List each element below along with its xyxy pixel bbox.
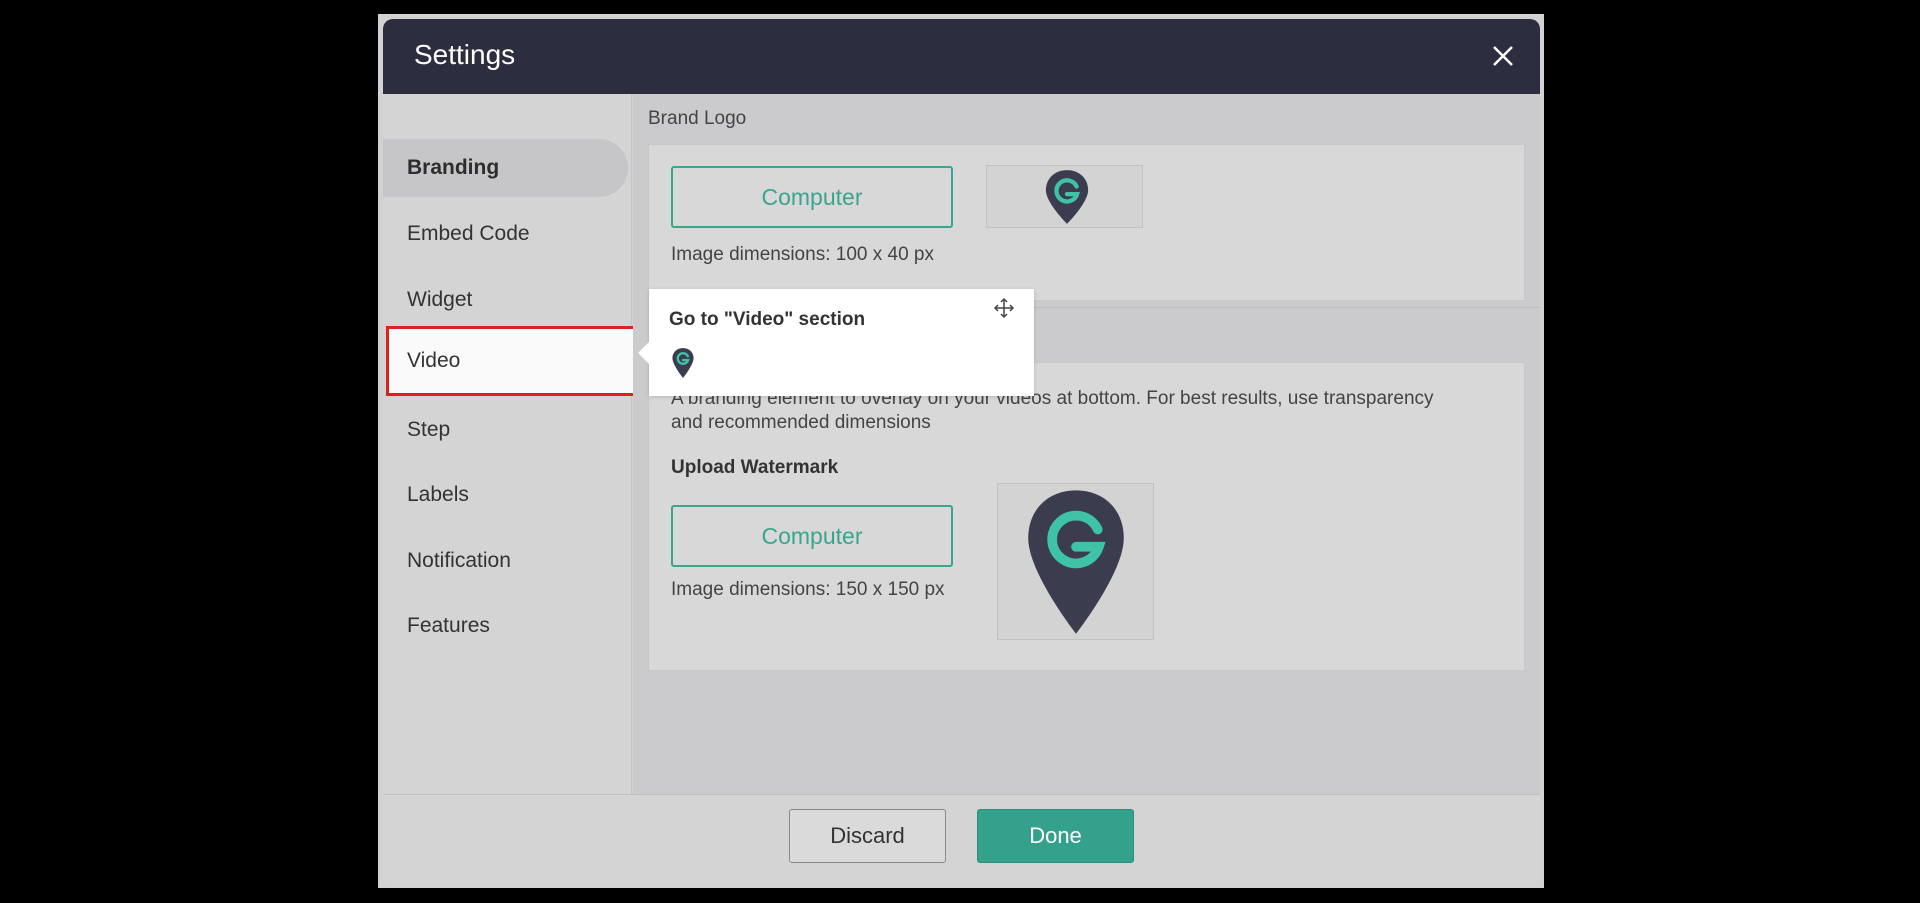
settings-dialog: Settings Branding Embed Code Widget Vide…: [383, 19, 1540, 884]
sidebar-item-embed-code[interactable]: Embed Code: [383, 205, 628, 263]
settings-content: Brand Logo Computer Image dimensions: 10…: [633, 94, 1540, 794]
tooltip-move-handle[interactable]: [993, 297, 1015, 319]
watermark-location-pin-g-icon: [1028, 490, 1124, 634]
settings-sidebar: Branding Embed Code Widget Video Step La…: [383, 94, 636, 794]
watermark-dimensions: Image dimensions: 150 x 150 px: [671, 579, 945, 600]
tooltip-arrow: [638, 342, 649, 364]
sidebar-item-notification[interactable]: Notification: [383, 532, 628, 590]
sidebar-item-features[interactable]: Features: [383, 597, 628, 655]
dialog-header: Settings: [383, 19, 1540, 94]
brand-location-pin-g-icon: [1045, 170, 1089, 224]
brand-logo-panel: Computer Image dimensions: 100 x 40 px: [648, 144, 1525, 301]
brand-location-pin-g-icon: [672, 348, 694, 378]
sidebar-item-labels[interactable]: Labels: [383, 466, 628, 524]
sidebar-item-widget[interactable]: Widget: [383, 271, 628, 329]
discard-button[interactable]: Discard: [789, 809, 946, 863]
close-button[interactable]: [1486, 39, 1520, 73]
close-icon: [1493, 46, 1513, 66]
done-button[interactable]: Done: [977, 809, 1134, 863]
watermark-upload-button[interactable]: Computer: [671, 505, 953, 567]
brand-logo-dimensions: Image dimensions: 100 x 40 px: [671, 244, 934, 265]
tooltip-title: Go to "Video" section: [669, 309, 866, 330]
brand-logo-upload-button[interactable]: Computer: [671, 166, 953, 228]
watermark-description-line2: and recommended dimensions: [671, 412, 931, 433]
brand-logo-label: Brand Logo: [648, 108, 747, 129]
dialog-title: Settings: [414, 39, 516, 70]
move-icon: [993, 297, 1015, 319]
watermark-preview: [997, 483, 1154, 640]
sidebar-item-branding[interactable]: Branding: [383, 139, 628, 197]
upload-watermark-label: Upload Watermark: [671, 457, 839, 478]
watermark-panel: A branding element to overlay on your vi…: [648, 362, 1525, 671]
sidebar-item-step[interactable]: Step: [383, 401, 628, 459]
brand-logo-preview: [986, 165, 1143, 228]
guide-tooltip: Go to "Video" section: [638, 289, 1034, 396]
sidebar-item-video[interactable]: Video: [386, 326, 636, 396]
dialog-footer: Discard Done: [383, 794, 1540, 884]
